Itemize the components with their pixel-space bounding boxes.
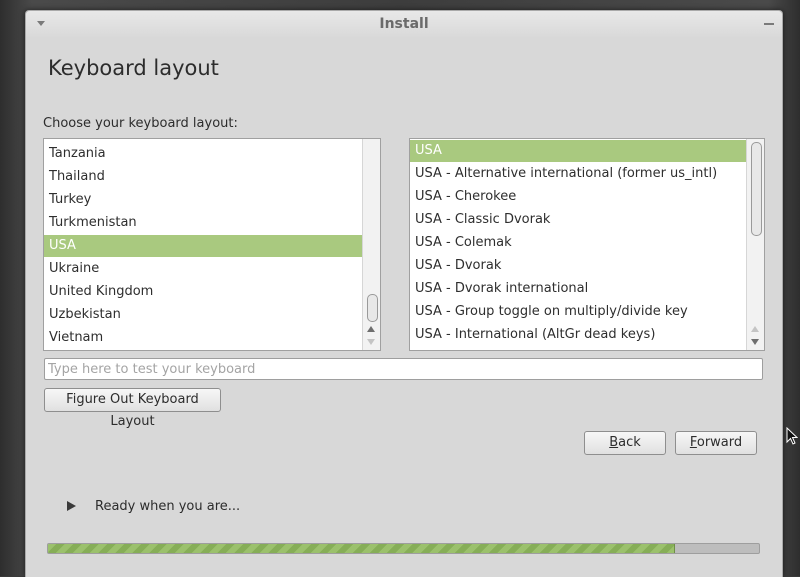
forward-label: orward xyxy=(696,435,743,450)
variant-item-selected[interactable]: USA xyxy=(410,140,746,162)
country-list-scrollbar[interactable] xyxy=(362,139,380,350)
variant-item[interactable]: USA - Alternative international (former … xyxy=(410,163,746,185)
window-title: Install xyxy=(379,16,429,32)
country-item[interactable]: Turkmenistan xyxy=(44,212,380,234)
minimize-icon[interactable] xyxy=(764,23,774,25)
country-item[interactable]: Thailand xyxy=(44,166,380,188)
forward-mnemonic: F xyxy=(689,435,697,450)
country-item[interactable]: Uzbekistan xyxy=(44,304,380,326)
scroll-down-arrow-icon[interactable] xyxy=(751,339,759,345)
scrollbar-thumb[interactable] xyxy=(367,294,378,322)
scroll-down-arrow-icon[interactable] xyxy=(367,339,375,345)
country-item[interactable]: Vietnam xyxy=(44,327,380,349)
variant-item[interactable]: USA - Classic Dvorak xyxy=(410,209,746,231)
forward-button[interactable]: Forward xyxy=(675,431,757,455)
variant-item[interactable]: USA - Dvorak international xyxy=(410,278,746,300)
variant-item[interactable]: USA - International (AltGr dead keys) xyxy=(410,324,746,346)
country-item[interactable]: United Kingdom xyxy=(44,281,380,303)
install-progress-bar xyxy=(47,543,760,554)
back-label: ack xyxy=(618,435,641,450)
scrollbar-thumb[interactable] xyxy=(751,142,762,236)
country-item[interactable]: Ukraine xyxy=(44,258,380,280)
country-list[interactable]: Tanzania Thailand Turkey Turkmenistan US… xyxy=(43,138,381,351)
figure-out-layout-button[interactable]: Figure Out Keyboard Layout xyxy=(44,388,221,429)
scroll-up-arrow-icon[interactable] xyxy=(751,326,759,332)
choose-layout-label: Choose your keyboard layout: xyxy=(43,116,238,131)
status-text: Ready when you are... xyxy=(95,499,241,514)
country-item-selected[interactable]: USA xyxy=(44,235,380,257)
title-bar[interactable]: Install xyxy=(26,11,782,37)
variant-item[interactable]: USA - Group toggle on multiply/divide ke… xyxy=(410,301,746,323)
keyboard-test-input[interactable] xyxy=(44,358,763,380)
installer-window: Install Keyboard layout Choose your keyb… xyxy=(25,10,783,577)
variant-item[interactable]: USA - Colemak xyxy=(410,232,746,254)
variant-item[interactable]: USA - Cherokee xyxy=(410,186,746,208)
layout-variant-list[interactable]: USA USA - Alternative international (for… xyxy=(409,138,765,351)
play-icon[interactable] xyxy=(67,501,76,511)
progress-fill xyxy=(48,544,675,553)
variant-item[interactable]: USA - Dvorak xyxy=(410,255,746,277)
mouse-pointer-icon xyxy=(786,427,798,445)
country-item[interactable]: Tanzania xyxy=(44,143,380,165)
scroll-up-arrow-icon[interactable] xyxy=(367,326,375,332)
back-mnemonic: B xyxy=(609,435,619,450)
back-button[interactable]: Back xyxy=(584,431,666,455)
country-item[interactable]: Turkey xyxy=(44,189,380,211)
page-title: Keyboard layout xyxy=(48,56,219,80)
variant-list-scrollbar[interactable] xyxy=(746,139,764,350)
